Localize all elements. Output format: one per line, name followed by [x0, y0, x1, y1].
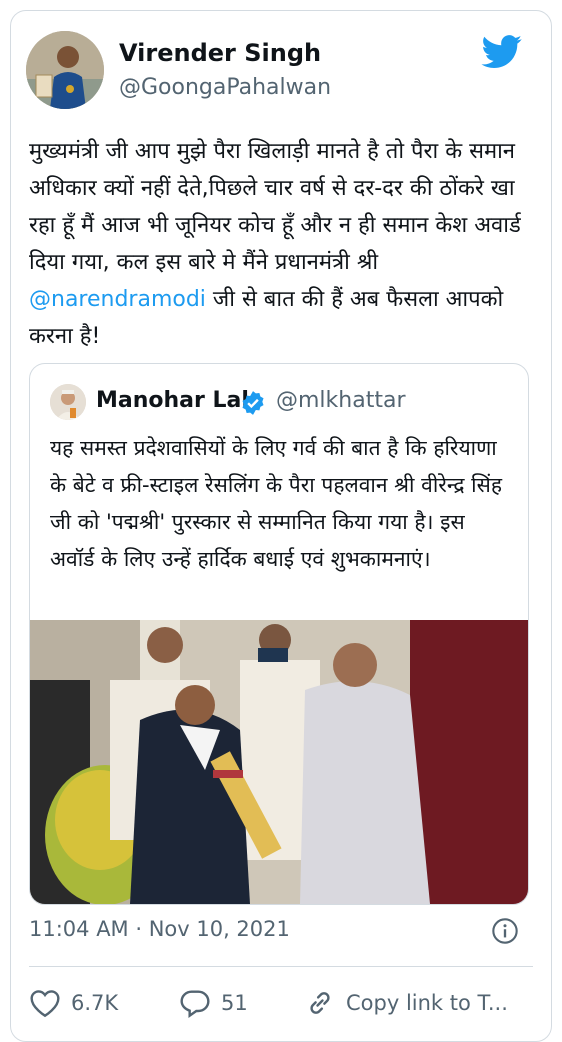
like-count: 6.7K: [71, 991, 119, 1015]
tweet-actions: 6.7K 51 Copy link to T...: [29, 986, 539, 1020]
quoted-tweet-text: यह समस्त प्रदेशवासियों के लिए गर्व की बा…: [50, 436, 502, 571]
reply-icon: [180, 990, 210, 1018]
tweet-text: मुख्यमंत्री जी आप मुझे पैरा खिलाड़ी मानत…: [29, 133, 534, 355]
copy-link-label: Copy link to T...: [346, 991, 508, 1015]
info-icon[interactable]: [491, 917, 519, 945]
tweet-text-part1: मुख्यमंत्री जी आप मुझे पैरा खिलाड़ी मानत…: [29, 139, 521, 275]
link-icon: [310, 992, 330, 1014]
author-avatar[interactable]: [26, 31, 104, 109]
tweet-timestamp[interactable]: 11:04 AM · Nov 10, 2021: [29, 917, 290, 941]
reply-button[interactable]: 51: [179, 986, 248, 1020]
quoted-tweet[interactable]: Manohar Lal @mlkhattar यह समस्त प्रदेशवा…: [29, 363, 529, 905]
twitter-bird-icon: [481, 35, 522, 68]
tweet-card: Virender Singh @GoongaPahalwan मुख्यमंत्…: [10, 10, 552, 1042]
mention-link[interactable]: @narendramodi: [29, 287, 206, 312]
quoted-author-handle[interactable]: @mlkhattar: [276, 388, 406, 413]
award-ceremony-photo[interactable]: [30, 620, 528, 904]
quoted-author-name[interactable]: Manohar Lal: [96, 388, 249, 413]
verified-badge-icon: [242, 391, 264, 415]
author-name[interactable]: Virender Singh: [119, 39, 321, 67]
author-handle[interactable]: @GoongaPahalwan: [119, 75, 331, 100]
divider: [29, 966, 533, 967]
like-button[interactable]: 6.7K: [29, 986, 118, 1020]
copy-link-button[interactable]: Copy link to T...: [304, 986, 508, 1020]
reply-count: 51: [221, 991, 248, 1015]
heart-icon: [30, 990, 60, 1018]
quoted-author-avatar[interactable]: [50, 384, 86, 420]
